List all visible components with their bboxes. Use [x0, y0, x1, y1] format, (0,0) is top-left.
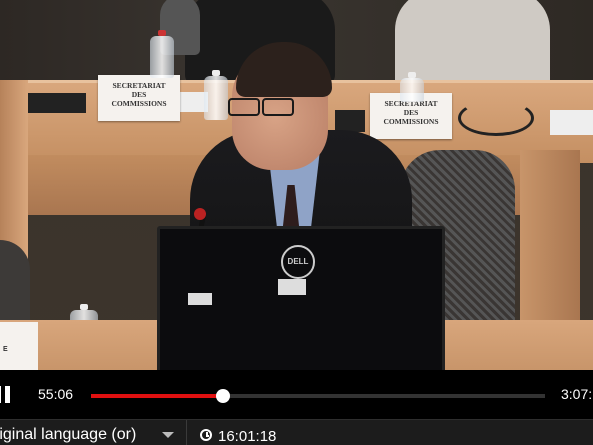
- water-bottle: [400, 72, 424, 102]
- current-time: 55:06: [38, 386, 74, 402]
- water-bottle: [204, 70, 228, 120]
- bottom-bar: riginal language (or) 16:01:18: [0, 419, 593, 445]
- papers: [550, 110, 593, 135]
- chair: [0, 240, 30, 330]
- clock-icon: [200, 429, 212, 441]
- nameplate: SECRETARIAT DES COMMISSIONS: [98, 75, 180, 121]
- nameplate: E: [0, 322, 38, 370]
- nameplate-line: DES: [131, 90, 147, 99]
- nameplate-line: SECRETARIAT: [112, 81, 166, 90]
- language-select[interactable]: riginal language (or): [0, 420, 187, 445]
- dell-logo: DELL: [281, 245, 315, 279]
- pause-icon[interactable]: [0, 386, 12, 403]
- video-frame[interactable]: SECRETARIAT DES COMMISSIONS SECRETARIAT …: [0, 0, 593, 370]
- sticker: [278, 279, 306, 295]
- headphones: [458, 100, 534, 136]
- water-bottle: [150, 30, 174, 78]
- nameplate-line: DES: [403, 108, 419, 117]
- microphone-light: [194, 208, 206, 220]
- computer-monitor: DELL: [157, 226, 445, 370]
- nameplate-line: COMMISSIONS: [111, 99, 167, 108]
- chevron-down-icon: [162, 432, 174, 438]
- clock-time: 16:01:18: [218, 428, 277, 445]
- glasses: [228, 98, 298, 116]
- nameplate-line: E: [3, 346, 8, 353]
- video-player: SECRETARIAT DES COMMISSIONS SECRETARIAT …: [0, 0, 593, 445]
- language-label: riginal language (or): [0, 426, 137, 443]
- card-stand: [28, 93, 86, 113]
- sticker: [188, 293, 212, 305]
- progress-fill: [91, 394, 223, 398]
- progress-thumb[interactable]: [215, 389, 230, 403]
- player-controls: 55:06 3:07:: [0, 370, 593, 419]
- duration: 3:07:: [561, 386, 593, 402]
- progress-bar[interactable]: [91, 389, 545, 403]
- nameplate-line: COMMISSIONS: [383, 117, 439, 126]
- card-stand: [335, 110, 365, 132]
